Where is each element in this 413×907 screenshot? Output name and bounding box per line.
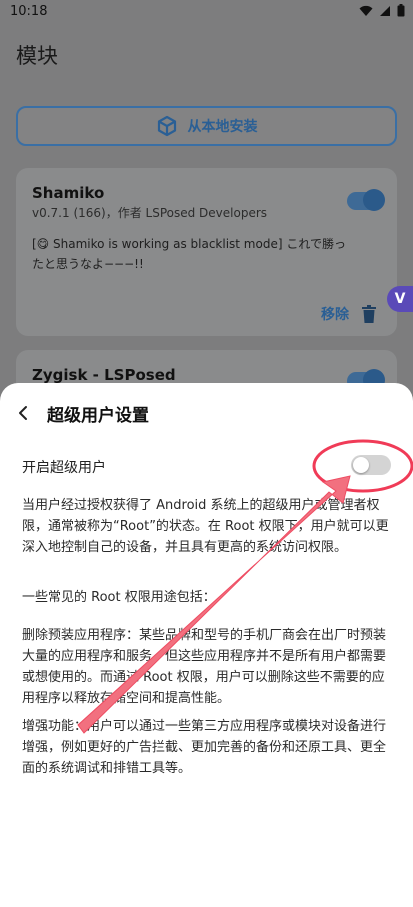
status-icons xyxy=(359,4,405,17)
module-name: Zygisk - LSPosed xyxy=(32,366,176,384)
page-title: 模块 xyxy=(16,44,58,68)
module-card-shamiko: Shamiko v0.7.1 (166)，作者 LSPosed Develope… xyxy=(16,168,397,336)
enable-superuser-switch[interactable] xyxy=(351,455,391,475)
back-arrow-icon[interactable] xyxy=(16,405,32,421)
sheet-title: 超级用户设置 xyxy=(47,406,149,426)
install-from-local-button[interactable]: 从本地安装 xyxy=(16,106,397,146)
description-paragraph: 当用户经过授权获得了 Android 系统上的超级用户或管理者权限，通常被称为“… xyxy=(22,498,389,555)
battery-icon xyxy=(397,4,405,17)
floating-badge-icon[interactable]: V xyxy=(387,286,413,312)
signal-icon xyxy=(380,5,390,16)
cube-icon xyxy=(157,115,176,137)
enable-superuser-label: 开启超级用户 xyxy=(22,460,106,476)
install-button-label: 从本地安装 xyxy=(187,119,258,135)
module-version-author: v0.7.1 (166)，作者 LSPosed Developers xyxy=(32,206,268,220)
module-name: Shamiko xyxy=(32,184,105,202)
module-enable-toggle[interactable] xyxy=(347,189,385,211)
switch-knob xyxy=(353,457,369,473)
description-paragraph: 一些常见的 Root 权限用途包括： xyxy=(22,590,216,605)
remove-button[interactable]: 移除 xyxy=(321,304,349,324)
description-paragraph: 删除预装应用程序：某些品牌和型号的手机厂商会在出厂时预装大量的应用程序和服务，但… xyxy=(22,628,387,706)
module-description: [😋 Shamiko is working as blacklist mode]… xyxy=(32,237,346,271)
wifi-icon xyxy=(359,5,373,16)
status-time: 10:18 xyxy=(10,4,48,19)
superuser-settings-sheet: 超级用户设置 开启超级用户 当用户经过授权获得了 Android 系统上的超级用… xyxy=(0,383,413,907)
status-bar: 10:18 xyxy=(0,0,413,24)
description-paragraph: 增强功能：用户可以通过一些第三方应用程序或模块对设备进行增强，例如更好的广告拦截… xyxy=(22,719,387,776)
trash-icon[interactable] xyxy=(361,305,377,323)
